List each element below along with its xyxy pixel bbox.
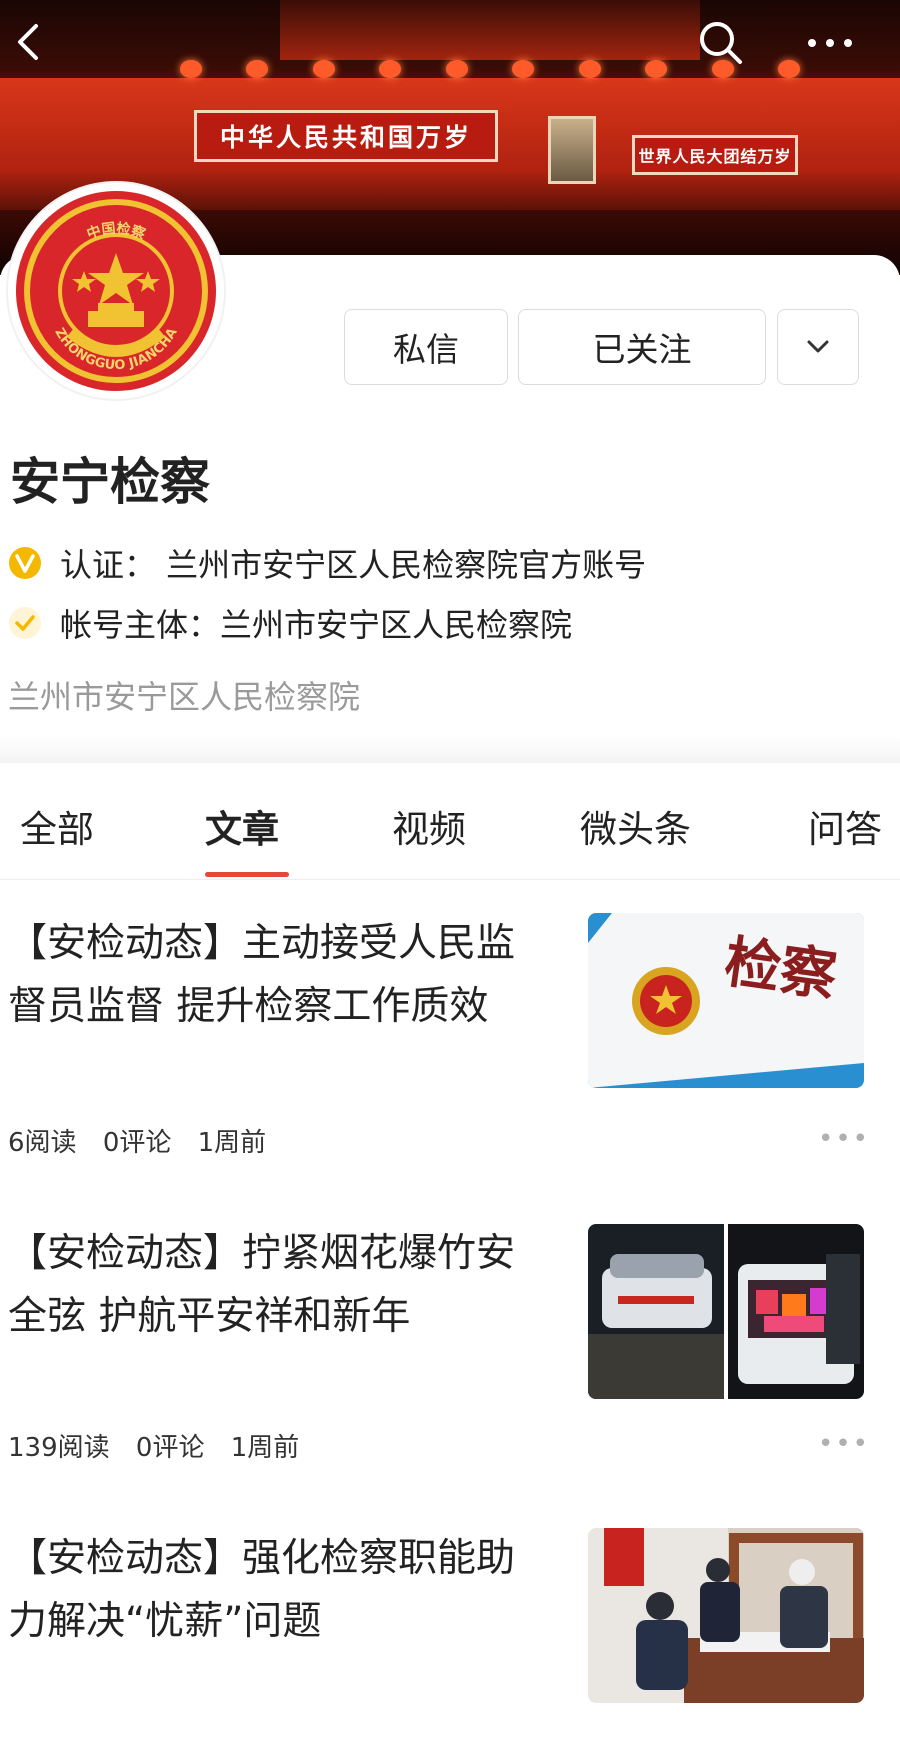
account-owner-line: 帐号主体：兰州市安宁区人民检察院 bbox=[8, 600, 572, 646]
search-icon[interactable] bbox=[696, 18, 746, 68]
verification-line: 认证： 兰州市安宁区人民检察院官方账号 bbox=[8, 540, 646, 586]
tab-micro-posts[interactable]: 微头条 bbox=[580, 799, 691, 853]
article-thumbnail[interactable] bbox=[588, 1528, 864, 1703]
chevron-down-icon bbox=[807, 340, 829, 353]
article-meta: 6阅读 0评论 1周前 bbox=[8, 1122, 266, 1159]
article-title[interactable]: 【安检动态】强化检察职能助力解决“忧薪”问题 bbox=[8, 1527, 548, 1653]
article-comments: 0评论 bbox=[135, 1433, 205, 1463]
profile-name: 安宁检察 bbox=[10, 453, 210, 511]
banner-roof bbox=[280, 0, 700, 60]
active-tab-indicator bbox=[205, 872, 289, 877]
more-options-icon[interactable]: ••• bbox=[818, 1124, 870, 1154]
tab-articles[interactable]: 文章 bbox=[205, 799, 279, 853]
article-time: 1周前 bbox=[197, 1128, 267, 1158]
followed-button[interactable]: 已关注 bbox=[518, 309, 766, 385]
more-icon[interactable] bbox=[800, 18, 860, 68]
tab-qa[interactable]: 问答 bbox=[808, 799, 882, 853]
banner-slogan-left: 中华人民共和国万岁 bbox=[194, 110, 498, 162]
avatar[interactable]: 中国检察 ZHONGGUO JIANCHA bbox=[8, 183, 224, 399]
list-item[interactable]: 【安检动态】主动接受人民监督员监督 提升检察工作质效 6阅读 0评论 1周前 •… bbox=[0, 912, 900, 1162]
account-owner-text: 帐号主体：兰州市安宁区人民检察院 bbox=[60, 606, 573, 644]
article-title[interactable]: 【安检动态】拧紧烟花爆竹安全弦 护航平安祥和新年 bbox=[8, 1222, 548, 1348]
article-meta: 139阅读 0评论 1周前 bbox=[8, 1427, 299, 1464]
verified-v-icon bbox=[8, 546, 42, 580]
message-button[interactable]: 私信 bbox=[344, 309, 508, 385]
article-thumbnail[interactable]: 检察 bbox=[588, 913, 864, 1088]
profile-description: 兰州市安宁区人民检察院 bbox=[8, 678, 361, 716]
list-item[interactable]: 【安检动态】拧紧烟花爆竹安全弦 护航平安祥和新年 139阅读 0评论 1周前 •… bbox=[0, 1222, 900, 1472]
banner-portrait bbox=[548, 116, 596, 184]
wage-consultation-image bbox=[588, 1528, 864, 1703]
article-reads: 139阅读 bbox=[8, 1433, 110, 1463]
content-tabs: 全部 文章 视频 微头条 问答 bbox=[0, 763, 900, 880]
verification-text: 认证： 兰州市安宁区人民检察院官方账号 bbox=[60, 546, 647, 584]
article-time: 1周前 bbox=[230, 1433, 300, 1463]
tab-videos[interactable]: 视频 bbox=[392, 799, 466, 853]
article-title[interactable]: 【安检动态】主动接受人民监督员监督 提升检察工作质效 bbox=[8, 912, 548, 1038]
more-options-icon[interactable]: ••• bbox=[818, 1429, 870, 1459]
expand-button[interactable] bbox=[777, 309, 859, 385]
article-reads: 6阅读 bbox=[8, 1128, 77, 1158]
article-thumbnail[interactable] bbox=[588, 1224, 864, 1399]
procuratorate-badge-image: 检察 bbox=[588, 913, 864, 1088]
tab-all[interactable]: 全部 bbox=[20, 799, 94, 853]
fireworks-inspection-image bbox=[588, 1224, 864, 1399]
section-divider bbox=[0, 735, 900, 763]
back-icon[interactable] bbox=[10, 22, 50, 62]
procuratorate-emblem-icon: 中国检察 ZHONGGUO JIANCHA bbox=[16, 191, 216, 391]
list-item[interactable]: 【安检动态】强化检察职能助力解决“忧薪”问题 bbox=[0, 1527, 900, 1737]
check-icon bbox=[8, 606, 42, 640]
article-comments: 0评论 bbox=[102, 1128, 172, 1158]
banner-slogan-right: 世界人民大团结万岁 bbox=[632, 135, 798, 175]
